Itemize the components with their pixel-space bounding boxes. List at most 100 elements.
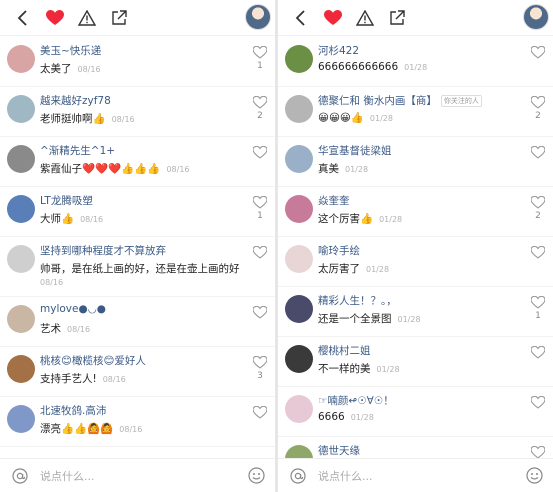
- heart-outline-icon[interactable]: [252, 244, 268, 259]
- commenter-name[interactable]: 德聚仁和 衡水内画【商】 你关注的人: [318, 93, 482, 108]
- like-count: 1: [535, 311, 541, 321]
- avatar[interactable]: [7, 195, 35, 223]
- avatar[interactable]: [7, 405, 35, 433]
- heart-outline-icon[interactable]: [252, 94, 268, 109]
- avatar[interactable]: [285, 95, 313, 123]
- avatar[interactable]: [285, 195, 313, 223]
- comment-item[interactable]: 桃核😊橄榄核😊爱好人 支持手艺人! 08/16 3: [0, 347, 275, 397]
- comment-text: 真美: [318, 163, 339, 175]
- comment-item[interactable]: 喻玲手绘 太厉害了 01/28: [278, 237, 553, 287]
- comment-item[interactable]: 坚持到哪种程度才不算放弃 帅哥，是在纸上画的好，还是在壶上画的好 08/16: [0, 237, 275, 297]
- avatar[interactable]: [285, 445, 313, 458]
- heart-outline-icon[interactable]: [252, 194, 268, 209]
- comment-item[interactable]: ^渐精先生^1+ 紫霞仙子❤️❤️❤️👍👍👍 08/16: [0, 137, 275, 187]
- author-avatar[interactable]: [245, 4, 271, 30]
- back-icon[interactable]: [8, 3, 38, 33]
- comment-item[interactable]: mylove●◡● 艺术 08/16: [0, 297, 275, 347]
- comment-text: 紫霞仙子❤️❤️❤️👍👍👍: [40, 163, 161, 175]
- commenter-name[interactable]: 樱桃村二姐: [318, 343, 371, 358]
- commenter-name[interactable]: 喻玲手绘: [318, 243, 360, 258]
- top-toolbar: [278, 0, 553, 36]
- commenter-name[interactable]: 精彩人生！？。，: [318, 293, 397, 308]
- warning-triangle-icon[interactable]: [350, 3, 380, 33]
- comment-item[interactable]: 德世天缘: [278, 437, 553, 458]
- heart-outline-icon[interactable]: [530, 244, 546, 259]
- comment-date: 01/28: [369, 114, 393, 123]
- heart-outline-icon[interactable]: [252, 304, 268, 319]
- heart-outline-icon[interactable]: [252, 354, 268, 369]
- commenter-name[interactable]: 华宣基督徒梁姐: [318, 143, 392, 158]
- comment-item[interactable]: 越来越好zyf78 老师挺帅啊👍 08/16 2: [0, 87, 275, 137]
- heart-outline-icon[interactable]: [530, 44, 546, 59]
- back-icon[interactable]: [286, 3, 316, 33]
- comment-list: 美玉~快乐递 太美了 08/16 1 越来越好zyf78 老师挺帅啊👍 08/16 2 ^渐精先…: [0, 37, 275, 458]
- avatar[interactable]: [7, 355, 35, 383]
- commenter-name[interactable]: 德世天缘: [318, 443, 360, 458]
- comment-item[interactable]: 焱奎奎 这个厉害👍 01/28 2: [278, 187, 553, 237]
- comment-date: 01/28: [366, 265, 390, 274]
- comment-item[interactable]: 河杉422 666666666666 01/28: [278, 37, 553, 87]
- avatar[interactable]: [7, 245, 35, 273]
- avatar[interactable]: [285, 295, 313, 323]
- comment-item[interactable]: 华宣基督徒梁姐 真美 01/28: [278, 137, 553, 187]
- heart-outline-icon[interactable]: [530, 344, 546, 359]
- commenter-name[interactable]: ^渐精先生^1+: [40, 143, 115, 158]
- comment-item[interactable]: 樱桃村二姐 不一样的美 01/28: [278, 337, 553, 387]
- avatar[interactable]: [7, 95, 35, 123]
- comment-body: 真美 01/28: [318, 161, 368, 176]
- avatar[interactable]: [285, 345, 313, 373]
- avatar[interactable]: [285, 45, 313, 73]
- heart-outline-icon[interactable]: [530, 294, 546, 309]
- avatar[interactable]: [7, 305, 35, 333]
- share-icon[interactable]: [382, 3, 412, 33]
- heart-outline-icon[interactable]: [530, 194, 546, 209]
- comment-date: 08/16: [111, 115, 135, 124]
- comment-date: 08/16: [166, 165, 190, 174]
- commenter-name[interactable]: 焱奎奎: [318, 193, 350, 208]
- comment-text: 😀😀😀👍: [318, 112, 364, 124]
- heart-outline-icon[interactable]: [252, 404, 268, 419]
- comment-input[interactable]: 说点什么...: [318, 468, 373, 484]
- comment-item[interactable]: 精彩人生！？。， 还是一个全景图 01/28 1: [278, 287, 553, 337]
- share-icon[interactable]: [104, 3, 134, 33]
- commenter-name[interactable]: 桃核😊橄榄核😊爱好人: [40, 353, 146, 368]
- comment-item[interactable]: LT龙腾吸塑 大师👍 08/16 1: [0, 187, 275, 237]
- smile-icon[interactable]: [248, 467, 265, 484]
- avatar[interactable]: [285, 395, 313, 423]
- commenter-name[interactable]: mylove●◡●: [40, 303, 106, 315]
- smile-icon[interactable]: [526, 467, 543, 484]
- heart-outline-icon[interactable]: [530, 144, 546, 159]
- commenter-name-text: 华宣基督徒梁姐: [318, 145, 392, 157]
- at-icon[interactable]: [290, 468, 306, 484]
- heart-filled-icon[interactable]: [40, 3, 70, 33]
- commenter-name[interactable]: 北速牧鸽.高沛: [40, 403, 106, 418]
- at-icon[interactable]: [12, 468, 28, 484]
- comment-item[interactable]: 美玉~快乐递 太美了 08/16 1: [0, 37, 275, 87]
- heart-filled-icon[interactable]: [318, 3, 348, 33]
- comment-item[interactable]: 德聚仁和 衡水内画【商】 你关注的人 😀😀😀👍 01/28 2: [278, 87, 553, 137]
- commenter-name[interactable]: 美玉~快乐递: [40, 43, 101, 58]
- commenter-name-text: LT龙腾吸塑: [40, 195, 93, 207]
- comment-item[interactable]: 北速牧鸽.高沛 漂亮👍👍🙆🙆 08/16: [0, 397, 275, 447]
- comment-date: 01/28: [397, 315, 421, 324]
- heart-outline-icon[interactable]: [530, 94, 546, 109]
- heart-outline-icon[interactable]: [252, 44, 268, 59]
- comment-item[interactable]: ☞喃颜↫☉∀☉！ 6666 01/28: [278, 387, 553, 437]
- avatar[interactable]: [285, 145, 313, 173]
- avatar[interactable]: [285, 245, 313, 273]
- warning-triangle-icon[interactable]: [72, 3, 102, 33]
- commenter-name[interactable]: LT龙腾吸塑: [40, 193, 93, 208]
- comment-input[interactable]: 说点什么...: [40, 468, 95, 484]
- author-avatar[interactable]: [523, 4, 549, 30]
- heart-outline-icon[interactable]: [530, 444, 546, 458]
- commenter-name[interactable]: 河杉422: [318, 43, 359, 58]
- heart-outline-icon[interactable]: [530, 394, 546, 409]
- commenter-name[interactable]: ☞喃颜↫☉∀☉！: [318, 393, 394, 408]
- top-toolbar: [0, 0, 275, 36]
- commenter-name[interactable]: 坚持到哪种程度才不算放弃: [40, 243, 166, 258]
- commenter-name[interactable]: 越来越好zyf78: [40, 93, 111, 108]
- heart-outline-icon[interactable]: [252, 144, 268, 159]
- comment-body: 😀😀😀👍 01/28: [318, 111, 393, 124]
- avatar[interactable]: [7, 145, 35, 173]
- avatar[interactable]: [7, 45, 35, 73]
